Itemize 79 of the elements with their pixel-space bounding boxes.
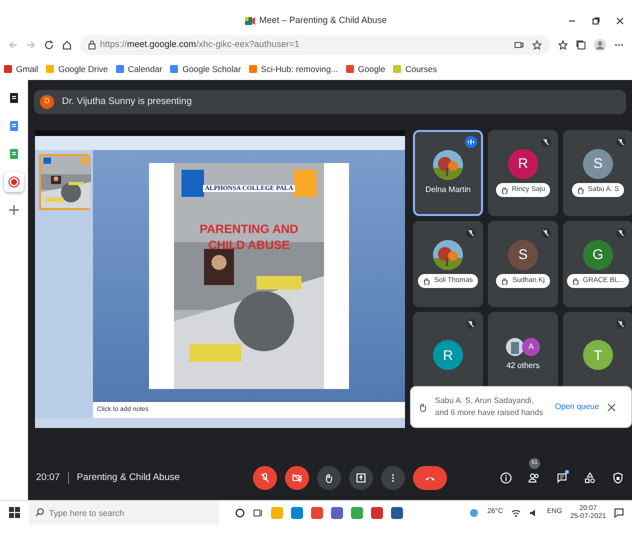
profile-icon[interactable] [594,39,606,51]
restore-icon[interactable] [592,17,600,25]
present-icon [355,472,367,484]
favorites-icon[interactable] [558,40,568,50]
slide-thumbnail [41,156,91,208]
weather-icon [469,508,480,518]
notifications-icon[interactable] [614,508,624,518]
app-icon[interactable] [351,506,363,518]
task-view-icon[interactable] [253,508,263,518]
activities-button[interactable] [584,470,596,486]
camera-icon[interactable] [514,40,524,50]
hand-icon [419,402,427,412]
open-queue-link[interactable]: Open queue [555,401,600,413]
app-icon[interactable] [331,506,343,518]
meeting-time: 20:07 [36,470,60,485]
camera-icon [291,472,303,484]
bookmark-link[interactable]: Gmail [4,62,38,76]
participant-avatar: S [583,148,613,179]
poster-headline: CHILD ABUSE [208,238,290,252]
app-icon[interactable] [391,506,403,518]
bookmark-link[interactable]: Google [346,62,386,76]
presenting-text: Dr. Vijutha Sunny is presenting [62,94,192,109]
people-icon [528,472,540,484]
microphone-button[interactable] [253,466,277,490]
hand-icon [501,277,508,285]
participant-avatar: A [522,338,540,356]
participant-name: Delna Martin [425,184,471,196]
bookmark-link[interactable]: Google Drive [46,62,108,76]
meet-icon [245,16,256,26]
participant-avatar: R [433,340,463,370]
windows-icon[interactable] [9,507,20,518]
hand-icon [500,186,508,194]
window-title: Meet – Parenting & Child Abuse [259,14,387,28]
activities-icon [584,472,596,484]
end-call-button[interactable] [413,466,447,490]
chat-button[interactable] [556,470,568,486]
bookmark-link[interactable]: Google Scholar [170,62,241,76]
hand-icon [572,277,579,285]
hand-icon [323,472,335,484]
meeting-title: Parenting & Child Abuse [76,470,180,485]
search-icon [35,508,44,516]
bookmark-link[interactable]: Calendar [116,62,162,76]
poster-headline: PARENTING AND [200,222,298,236]
camera-button[interactable] [285,466,309,490]
app-icon[interactable] [311,506,323,518]
host-controls-button[interactable] [612,470,624,486]
people-button[interactable] [528,470,540,486]
app-icon[interactable] [291,506,303,518]
reload-icon[interactable] [44,40,54,50]
taskbar-search-field[interactable]: Type here to search [29,500,219,524]
bookmark-link[interactable]: Sci-Hub: removing... [248,62,338,76]
address-field[interactable]: https://meet.google.com/xhc-gikc-eex?authuser=1 [80,35,550,55]
present-button[interactable] [349,466,373,490]
app-icon[interactable] [371,506,383,518]
bookmark-link[interactable]: Courses [393,62,437,76]
participant-avatar: G [583,240,613,270]
url-text: https://meet.google.com/xhc-gikc-eex?authuser=1 [100,38,300,52]
cortana-icon[interactable] [235,508,245,518]
info-icon [500,472,512,484]
home-icon[interactable] [62,40,72,50]
mic-icon [259,472,271,484]
info-button[interactable] [500,470,512,486]
star-icon[interactable] [532,40,542,50]
participant-avatar: T [583,340,613,370]
lock-icon [88,40,96,50]
collections-icon[interactable] [576,40,586,50]
wifi-icon [511,508,522,518]
participant-name: 42 others [506,360,540,372]
participant-avatar: R [508,148,538,179]
speaking-icon [465,136,477,148]
toast-message: Sabu A. S, Arun Sadayandi, and 6 more have raised hands [435,395,544,419]
participant-avatar: S [508,240,538,270]
close-icon[interactable] [616,17,624,25]
safety-icon [612,472,624,484]
chat-icon [556,472,568,484]
close-icon[interactable] [607,402,616,412]
raise-hand-button[interactable] [317,466,341,490]
hand-icon [576,186,584,194]
hand-icon [423,277,430,285]
